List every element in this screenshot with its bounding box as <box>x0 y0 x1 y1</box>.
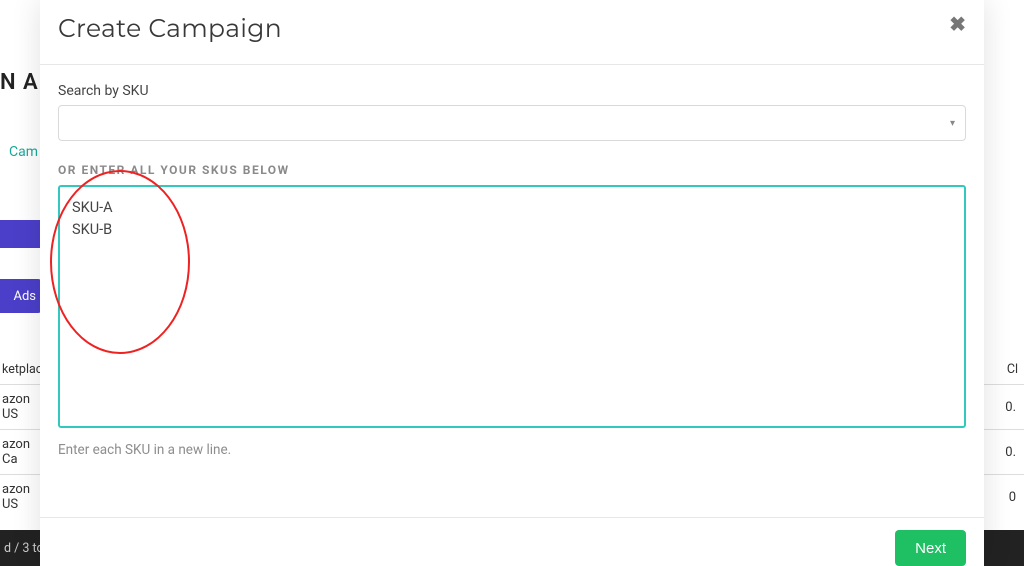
chevron-down-icon: ▾ <box>950 118 955 129</box>
modal-footer: Next <box>40 517 984 566</box>
modal-header: Create Campaign ✖ <box>40 0 984 65</box>
modal-body: Search by SKU ▾ OR ENTER ALL YOUR SKUS B… <box>40 65 984 517</box>
close-icon[interactable]: ✖ <box>949 14 966 34</box>
modal-backdrop: Create Campaign ✖ Search by SKU ▾ OR ENT… <box>0 0 1024 566</box>
search-label: Search by SKU <box>58 83 966 99</box>
create-campaign-modal: Create Campaign ✖ Search by SKU ▾ OR ENT… <box>40 0 984 566</box>
sku-textarea[interactable] <box>58 185 966 428</box>
modal-title: Create Campaign <box>58 14 282 44</box>
next-button[interactable]: Next <box>895 530 966 566</box>
sku-search-select[interactable]: ▾ <box>58 105 966 141</box>
sku-section-label: OR ENTER ALL YOUR SKUS BELOW <box>58 163 966 177</box>
sku-hint: Enter each SKU in a new line. <box>58 442 966 458</box>
